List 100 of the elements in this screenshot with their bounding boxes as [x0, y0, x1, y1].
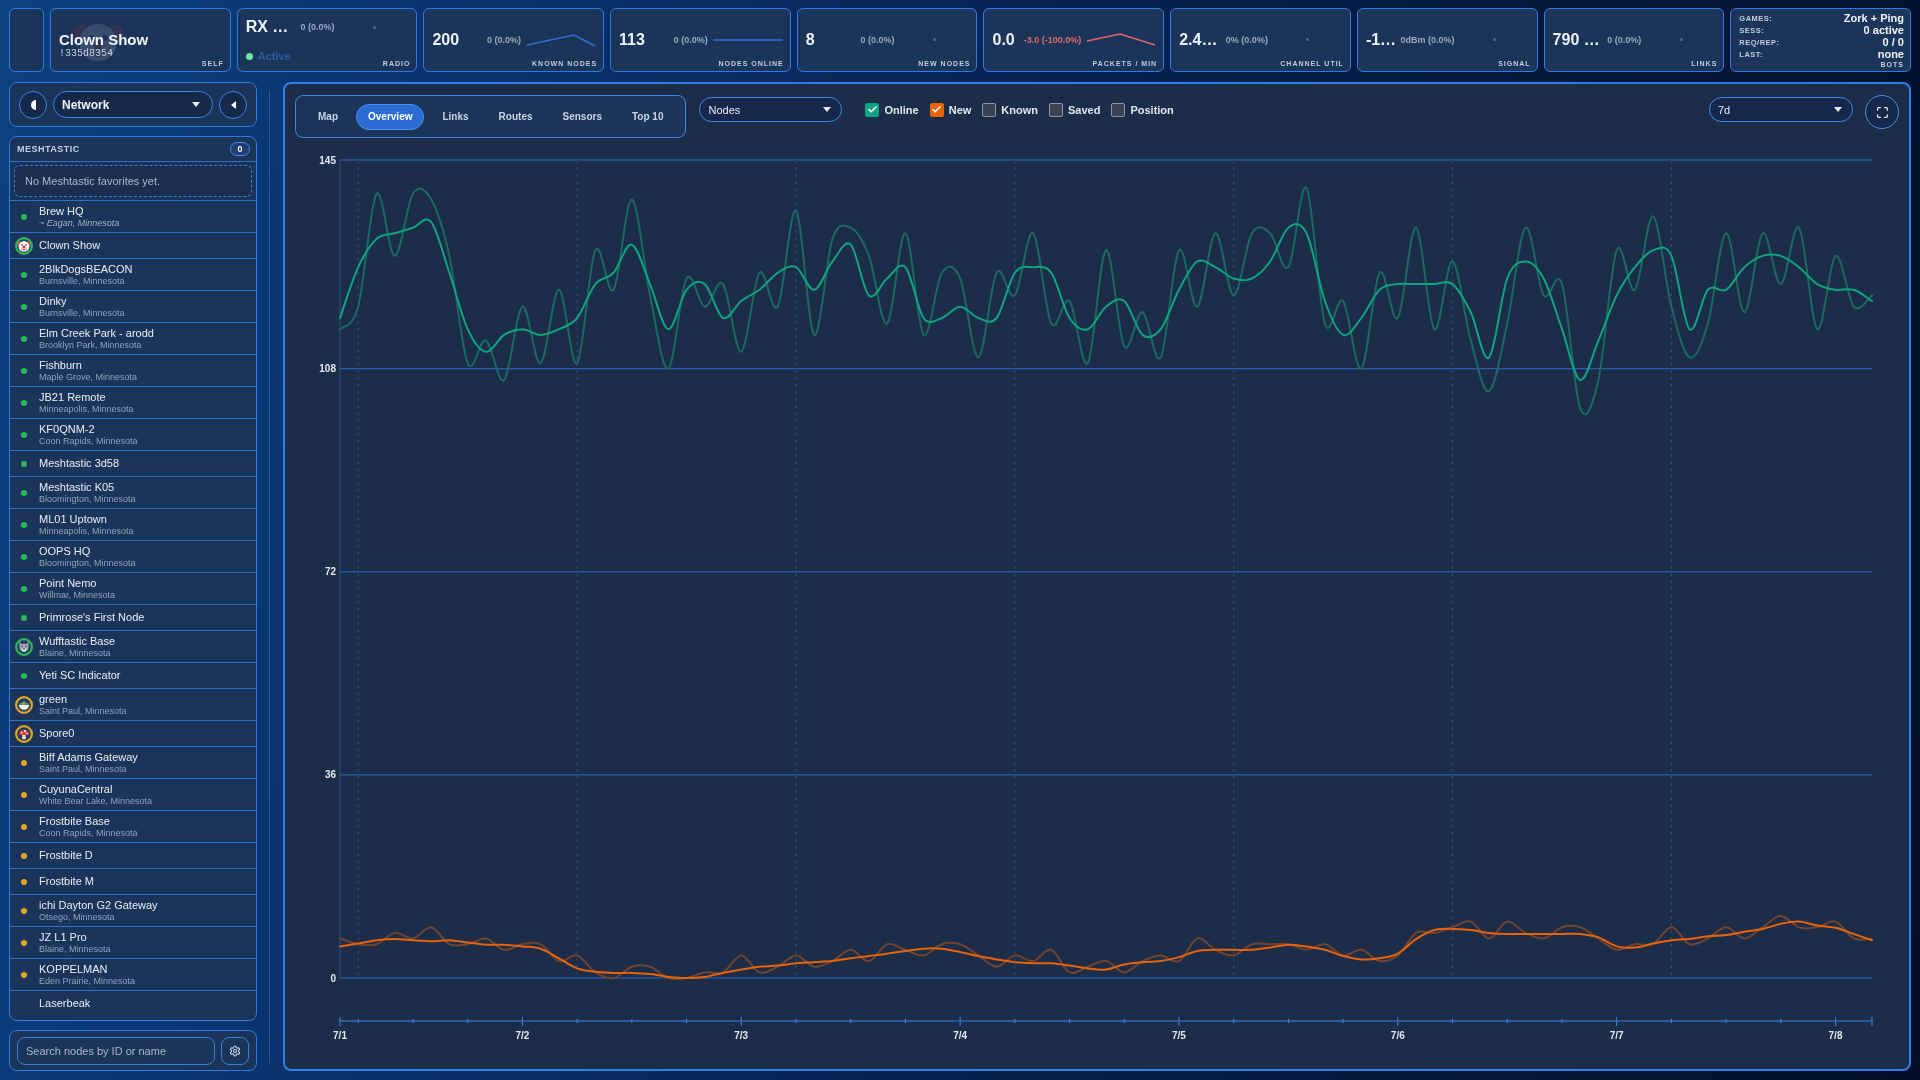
node-location: Maple Grove, Minnesota [39, 371, 138, 383]
tab[interactable]: Sensors [550, 103, 614, 130]
node-list-item[interactable]: Frostbite Base Coon Rapids, Minnesota [10, 810, 256, 842]
sparkline [712, 38, 783, 41]
node-list-item[interactable]: green Saint Paul, Minnesota [10, 688, 256, 720]
node-location: Burnsville, Minnesota [39, 307, 125, 319]
theme-toggle-button[interactable] [19, 90, 47, 119]
node-location: Minneapolis, Minnesota [39, 525, 134, 537]
node-list-item[interactable]: Spore0 [10, 720, 256, 746]
view-select[interactable]: Network [53, 91, 213, 118]
x-tick-label: 7/1 [333, 1030, 347, 1041]
node-name: Clown Show [59, 31, 150, 48]
node-name: Frostbite M [39, 875, 94, 888]
checkbox-label[interactable]: New [948, 103, 972, 116]
check-icon [931, 104, 943, 115]
y-tick-label: 108 [319, 363, 336, 375]
checkbox-label[interactable]: Position [1130, 103, 1174, 116]
node-list-item[interactable]: KF0QNM-2 Coon Rapids, Minnesota [10, 418, 256, 450]
node-location: Brooklyn Park, Minnesota [39, 339, 143, 351]
node-list-item[interactable]: Wufftastic Base Blaine, Minnesota [10, 630, 256, 662]
node-name: Biff Adams Gateway [39, 750, 138, 764]
stat-value: 790 … [1552, 30, 1600, 49]
node-list-item[interactable]: CuyunaCentral White Bear Lake, Minnesota [10, 778, 256, 810]
checkbox[interactable] [1111, 102, 1126, 117]
checkbox[interactable] [1049, 102, 1063, 117]
bot-stat-value: Zork + Ping [1843, 12, 1904, 24]
tab[interactable]: Overview [356, 103, 425, 130]
node-name: Fishburn [39, 358, 83, 372]
node-name: JZ L1 Pro [39, 930, 88, 944]
node-list-item[interactable]: Biff Adams Gateway Saint Paul, Minnesota [10, 746, 256, 778]
node-location: Willmar, Minnesota [39, 589, 116, 601]
node-list-item[interactable]: JB21 Remote Minneapolis, Minnesota [10, 386, 256, 418]
node-name: Laserbeak [39, 997, 91, 1010]
node-list-item[interactable]: OOPS HQ Bloomington, Minnesota [10, 540, 256, 572]
node-name: Elm Creek Park - arodd [39, 326, 154, 340]
x-tick-label: 7/2 [515, 1030, 530, 1041]
node-list-item[interactable]: Meshtastic 3d58 [10, 450, 256, 476]
tab[interactable]: Routes [486, 103, 545, 130]
node-list-item[interactable]: KOPPELMAN Eden Prairie, Minnesota [10, 958, 256, 990]
node-location: Blaine, Minnesota [39, 647, 112, 659]
x-tick-label: 7/7 [1609, 1030, 1624, 1041]
node-list-item[interactable]: 2BlkDogsBEACON Burnsville, Minnesota [10, 258, 256, 290]
search-field[interactable]: Search nodes by ID or name [17, 1036, 215, 1065]
node-list-item[interactable]: Elm Creek Park - arodd Brooklyn Park, Minnesota [10, 322, 256, 354]
x-tick-label: 7/8 [1828, 1030, 1843, 1041]
node-list-item[interactable]: Laserbeak [10, 990, 256, 1016]
node-name: Wufftastic Base [39, 634, 116, 648]
node-location: White Bear Lake, Minnesota [39, 795, 153, 807]
node-name: KF0QNM-2 [39, 422, 96, 436]
node-list-item[interactable]: ML01 Uptown Minneapolis, Minnesota [10, 508, 256, 540]
node-name: Spore0 [39, 727, 75, 740]
bot-stat-value: 0 / 0 [1882, 36, 1904, 48]
node-list-item[interactable]: Clown Show [10, 232, 256, 258]
node-name: Dinky [39, 294, 68, 308]
node-list-item[interactable]: Meshtastic K05 Bloomington, Minnesota [10, 476, 256, 508]
stat-value: 0.0 [992, 30, 1015, 49]
sparkline-dot-icon [1679, 38, 1683, 41]
x-tick-label: 7/5 [1172, 1030, 1186, 1041]
node-list-item[interactable]: Brew HQ ~ Eagan, Minnesota [10, 200, 256, 232]
node-list-item[interactable]: Yeti SC Indicator [10, 662, 256, 688]
node-list-item[interactable]: Point Nemo Willmar, Minnesota [10, 572, 256, 604]
node-name: green [39, 692, 69, 706]
blank-tile [9, 8, 44, 72]
checkbox[interactable] [982, 102, 997, 117]
stat-value: 200 [432, 30, 460, 49]
stat-value: 113 [619, 30, 645, 49]
node-name: JB21 Remote [39, 390, 107, 404]
stat-value: -1… [1365, 30, 1397, 49]
node-list-item[interactable]: Frostbite M [10, 868, 256, 894]
tab[interactable]: Links [430, 103, 481, 130]
metric-select[interactable]: Nodes [699, 97, 843, 122]
node-list-item[interactable]: Frostbite D [10, 842, 256, 868]
node-location: Saint Paul, Minnesota [39, 763, 128, 775]
stat-change: 0 (0.0%) [300, 22, 335, 32]
node-list-item[interactable]: ichi Dayton G2 Gateway Otsego, Minnesota [10, 894, 256, 926]
sparkline [1086, 32, 1157, 47]
fullscreen-button[interactable] [1865, 95, 1899, 129]
node-list-item[interactable]: Primrose's First Node [10, 604, 256, 630]
status-text: Active [257, 50, 291, 62]
checkbox[interactable] [865, 102, 880, 117]
checkbox-label[interactable]: Online [884, 103, 919, 116]
stat-change: 0 (0.0%) [860, 34, 895, 45]
stat-value: RX … [245, 18, 289, 36]
checkbox[interactable] [929, 102, 944, 117]
stat-change: 0 (0.0%) [673, 34, 708, 45]
node-list-item[interactable]: Dinky Burnsville, Minnesota [10, 290, 256, 322]
gear-icon [229, 1044, 241, 1057]
settings-button[interactable] [221, 1036, 249, 1065]
checkbox-label[interactable]: Known [1001, 103, 1038, 116]
checkbox-label[interactable]: Saved [1068, 103, 1101, 116]
node-location: Bloomington, Minnesota [39, 493, 136, 505]
empty-state-message: No Meshtastic favorites yet. [14, 165, 252, 197]
node-list-item[interactable]: JZ L1 Pro Blaine, Minnesota [10, 926, 256, 958]
node-name: Frostbite Base [39, 814, 111, 828]
range-select[interactable]: 7d [1709, 97, 1853, 122]
node-list-item[interactable]: Fishburn Maple Grove, Minnesota [10, 354, 256, 386]
collapse-button[interactable] [219, 90, 247, 119]
count-badge: 0 [230, 142, 250, 156]
tab[interactable]: Map [306, 103, 350, 130]
tab[interactable]: Top 10 [620, 103, 676, 130]
